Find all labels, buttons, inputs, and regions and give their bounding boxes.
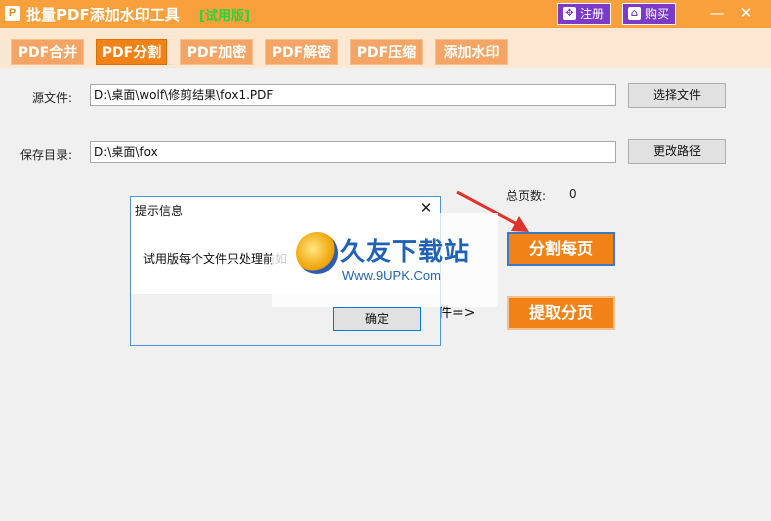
- tab-pdf-split[interactable]: PDF分割: [96, 39, 167, 65]
- dialog-title: 提示信息: [135, 204, 184, 218]
- title-bar: P 批量PDF添加水印工具 [试用版] ✥ 注册 ⌂ 购买 — ✕: [0, 0, 771, 28]
- register-label: 注册: [580, 7, 605, 21]
- watermark-logo-icon: [296, 232, 338, 274]
- key-icon: ✥: [563, 7, 576, 20]
- split-each-page-button[interactable]: 分割每页: [507, 232, 615, 266]
- dialog-ok-button[interactable]: 确定: [333, 307, 421, 331]
- watermark-url: Www.9UPK.Com: [342, 268, 441, 283]
- dialog-message: 试用版每个文件只处理前如: [143, 252, 288, 266]
- source-file-label: 源文件:: [32, 91, 73, 105]
- tab-pdf-compress[interactable]: PDF压缩: [350, 39, 423, 65]
- tab-pdf-encrypt[interactable]: PDF加密: [180, 39, 253, 65]
- watermark-title: 久友下载站: [340, 237, 471, 266]
- app-logo-icon: P: [5, 6, 20, 21]
- page-count-value: 0: [569, 187, 577, 201]
- source-file-input[interactable]: D:\桌面\wolf\修剪结果\fox1.PDF: [90, 84, 616, 106]
- trial-badge: [试用版]: [199, 9, 250, 24]
- tab-pdf-merge[interactable]: PDF合并: [11, 39, 84, 65]
- extract-pages-button[interactable]: 提取分页: [507, 296, 615, 330]
- tab-add-watermark[interactable]: 添加水印: [435, 39, 508, 65]
- register-button[interactable]: ✥ 注册: [557, 3, 612, 25]
- buy-button[interactable]: ⌂ 购买: [622, 3, 677, 25]
- close-window-button[interactable]: ✕: [736, 3, 756, 23]
- choose-file-button[interactable]: 选择文件: [628, 83, 726, 108]
- minimize-button[interactable]: —: [707, 3, 727, 23]
- buy-label: 购买: [645, 7, 670, 21]
- change-path-button[interactable]: 更改路径: [628, 139, 726, 164]
- tab-pdf-decrypt[interactable]: PDF解密: [265, 39, 338, 65]
- app-title: 批量PDF添加水印工具: [26, 6, 180, 24]
- save-dir-input[interactable]: D:\桌面\fox: [90, 141, 616, 163]
- save-dir-label: 保存目录:: [20, 148, 73, 162]
- cart-icon: ⌂: [628, 7, 641, 20]
